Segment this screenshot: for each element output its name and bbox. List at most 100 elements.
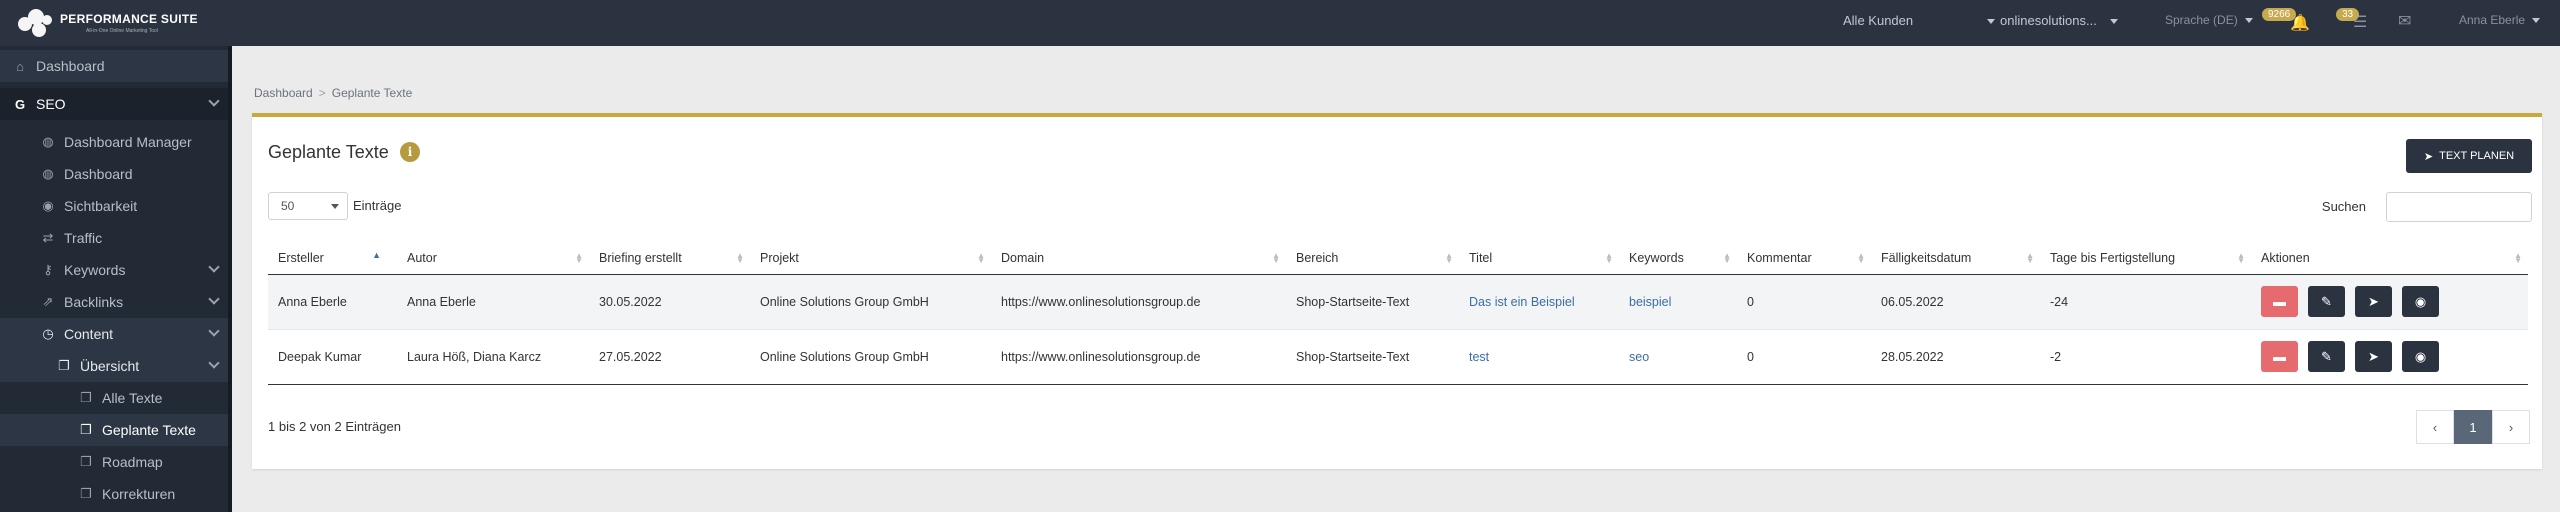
column-header[interactable]: Kommentar ▲ ▼ (1737, 242, 1871, 275)
edit-button[interactable]: ✎ (2308, 286, 2345, 317)
sort-icon: ▲ ▼ (2514, 251, 2522, 265)
sort-icon: ▲ ▼ (977, 251, 985, 265)
chevron-down-icon (208, 261, 220, 273)
notifications-badge: 9266 (2262, 8, 2297, 21)
table-row: Deepak Kumar Laura Höß, Diana Karcz 27.0… (268, 329, 2528, 385)
next-page-button[interactable]: › (2492, 410, 2530, 444)
row-actions: ▬ ✎ ➤ ◉ (2261, 286, 2528, 317)
project-select-value: onlinesolutions... (2000, 13, 2097, 28)
paper-plane-icon: ➤ (2368, 293, 2379, 309)
text-planen-label: TEXT PLANEN (2439, 150, 2515, 162)
sort-icon: ▲ ▼ (575, 251, 583, 265)
user-name: Anna Eberle (2459, 13, 2526, 27)
title-link[interactable]: Das ist ein Beispiel (1469, 295, 1575, 309)
language-select[interactable]: Sprache (DE) (2165, 13, 2254, 27)
title-link[interactable]: test (1469, 350, 1489, 364)
chevron-down-icon (208, 357, 220, 369)
sort-icon: ▲ ▼ (736, 251, 744, 265)
archive-button[interactable]: ▬ (2261, 286, 2298, 317)
eye-icon: ◉ (2414, 293, 2427, 309)
chevron-down-icon (208, 293, 220, 305)
cell-kommentar: 0 (1737, 329, 1871, 385)
sidebar-item-korrekturen[interactable]: ❐ Korrekturen (0, 478, 228, 510)
keyword-link[interactable]: seo (1629, 350, 1649, 364)
logo-title: PERFORMANCE SUITE (60, 12, 198, 26)
archive-button[interactable]: ▬ (2261, 341, 2298, 372)
chevron-down-icon (331, 204, 339, 209)
sidebar-item-seo[interactable]: G SEO (0, 88, 228, 120)
search-input[interactable] (2386, 192, 2532, 222)
tasks-badge: 33 (2336, 8, 2360, 21)
envelope-icon[interactable]: ✉ (2398, 11, 2411, 31)
text-planen-button[interactable]: ➤ TEXT PLANEN (2406, 139, 2532, 173)
project-select[interactable]: onlinesolutions... (2000, 13, 2119, 28)
breadcrumb-separator: > (318, 86, 326, 100)
sidebar-item-label: Dashboard (64, 166, 133, 182)
sidebar-scrollbar[interactable] (228, 46, 232, 512)
sort-icon: ▲ ▼ (1605, 251, 1613, 265)
sidebar-item-traffic[interactable]: ⇄ Traffic (0, 222, 228, 254)
cell-faellig: 06.05.2022 (1871, 274, 2040, 330)
sidebar-item-seo-dashboard[interactable]: ◍ Dashboard (0, 158, 228, 190)
sidebar-item-keywords[interactable]: ⚷ Keywords (0, 254, 228, 286)
sidebar-item-backlinks[interactable]: ⇗ Backlinks (0, 286, 228, 318)
column-header[interactable]: Domain ▲ ▼ (991, 242, 1286, 275)
page-length-value: 50 (281, 199, 295, 213)
chevron-down-icon (2110, 19, 2119, 25)
column-header[interactable]: Titel ▲ ▼ (1459, 242, 1619, 275)
info-icon[interactable]: i (400, 142, 420, 162)
sidebar-item-dashboard-manager[interactable]: ◍ Dashboard Manager (0, 126, 228, 158)
view-button[interactable]: ◉ (2402, 341, 2439, 372)
sort-icon: ▲ ▼ (1857, 251, 1865, 265)
sidebar-item-sichtbarkeit[interactable]: ◉ Sichtbarkeit (0, 190, 228, 222)
column-header[interactable]: Fälligkeitsdatum ▲ ▼ (1871, 242, 2040, 275)
sort-icon: ▲ ▼ (1445, 251, 1453, 265)
user-menu[interactable]: Anna Eberle (2459, 13, 2541, 27)
previous-page-button[interactable]: ‹ (2416, 410, 2454, 444)
page-title: Geplante Texte (268, 142, 389, 162)
cell-projekt: Online Solutions Group GmbH (750, 329, 991, 385)
sidebar-item-content[interactable]: ◷ Content (0, 318, 228, 350)
sidebar-item-label: Traffic (64, 230, 103, 246)
column-header[interactable]: Bereich ▲ ▼ (1286, 242, 1459, 275)
breadcrumb-root[interactable]: Dashboard (254, 86, 313, 100)
table-header-row: Ersteller ▲ Autor ▲ ▼ Briefing erstellt ▲ ▼ P… (268, 242, 2528, 275)
send-button[interactable]: ➤ (2355, 286, 2392, 317)
send-button[interactable]: ➤ (2355, 341, 2392, 372)
copy-icon: ❐ (80, 454, 92, 469)
sidebar-item-label: Roadmap (102, 454, 163, 470)
view-button[interactable]: ◉ (2402, 286, 2439, 317)
key-icon: ⚷ (43, 262, 53, 277)
column-header[interactable]: Ersteller ▲ (268, 242, 397, 275)
sidebar-item-label: Dashboard Manager (64, 134, 192, 150)
sidebar-item-geplante-texte[interactable]: ❐ Geplante Texte (0, 414, 228, 446)
logo-icon (14, 7, 54, 39)
sidebar-item-dashboard[interactable]: ⌂ Dashboard (0, 50, 228, 82)
archive-icon: ▬ (2273, 349, 2286, 364)
column-header[interactable]: Tage bis Fertigstellung ▲ ▼ (2040, 242, 2251, 275)
app-logo[interactable]: PERFORMANCE SUITE All-in-One Online Mark… (14, 6, 224, 40)
sidebar-item-roadmap[interactable]: ❐ Roadmap (0, 446, 228, 478)
eye-icon: ◉ (2414, 348, 2427, 364)
sidebar-item-label: Backlinks (64, 294, 124, 310)
edit-button[interactable]: ✎ (2308, 341, 2345, 372)
chevron-right-icon: › (2508, 419, 2514, 435)
column-header[interactable]: Keywords ▲ ▼ (1619, 242, 1737, 275)
external-link-icon: ⇗ (42, 294, 54, 309)
sidebar-item-alle-texte[interactable]: ❐ Alle Texte (0, 382, 228, 414)
sidebar-item-uebersicht[interactable]: ❐ Übersicht (0, 350, 228, 382)
traffic-icon: ⇄ (42, 230, 54, 245)
breadcrumb-current: Geplante Texte (331, 86, 413, 100)
column-header[interactable]: Aktionen ▲ ▼ (2251, 242, 2528, 275)
customer-select-value: Alle Kunden (1843, 13, 1914, 28)
chevron-down-icon (208, 95, 220, 107)
cell-bereich: Shop-Startseite-Text (1286, 329, 1459, 385)
keyword-link[interactable]: beispiel (1629, 295, 1671, 309)
customer-select[interactable]: Alle Kunden (1843, 13, 1995, 28)
page-length-select[interactable]: 50 (268, 192, 348, 220)
column-header[interactable]: Briefing erstellt ▲ ▼ (589, 242, 750, 275)
column-header[interactable]: Autor ▲ ▼ (397, 242, 589, 275)
column-header[interactable]: Projekt ▲ ▼ (750, 242, 991, 275)
planned-texts-table: Ersteller ▲ Autor ▲ ▼ Briefing erstellt ▲ ▼ P… (268, 242, 2528, 385)
page-button[interactable]: 1 (2454, 410, 2492, 444)
